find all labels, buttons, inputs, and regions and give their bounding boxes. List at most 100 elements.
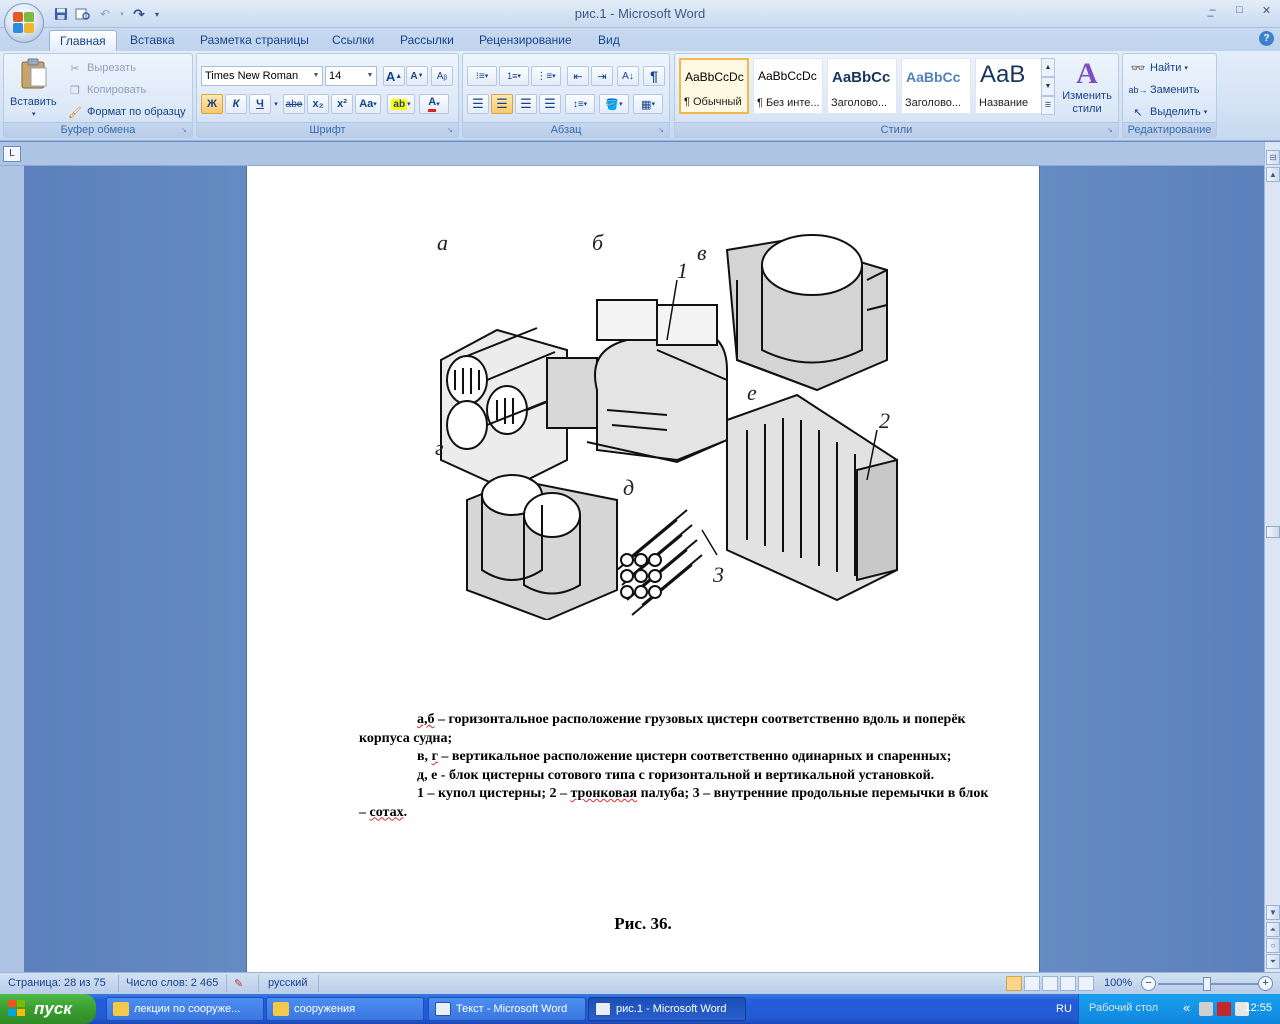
tab-review[interactable]: Рецензирование [469, 30, 582, 52]
outline-view-icon[interactable] [1060, 976, 1076, 991]
increase-indent-button[interactable]: ⇥ [591, 66, 613, 86]
caption-text: – горизонтальное расположение грузовых ц… [359, 712, 966, 746]
proofing-icon[interactable]: ✎ [234, 977, 243, 990]
tab-insert[interactable]: Вставка [120, 30, 185, 52]
copy-button[interactable]: ❐ Копировать [66, 80, 146, 100]
gallery-up-icon[interactable]: ▲ [1041, 58, 1055, 77]
browse-object-icon[interactable]: ○ [1266, 938, 1280, 953]
numbering-button[interactable]: 1≡ ▾ [499, 66, 529, 86]
shading-button[interactable]: 🪣 ▾ [599, 94, 629, 114]
font-launcher-icon[interactable]: ↘ [447, 126, 456, 135]
font-color-button[interactable]: A ▾ [419, 94, 449, 114]
taskbar-item-lectures[interactable]: лекции по сооруже... [106, 997, 264, 1021]
clock[interactable]: 12:55 [1244, 1002, 1272, 1014]
line-spacing-button[interactable]: ↕≡ ▾ [565, 94, 595, 114]
language-indicator[interactable]: русский [268, 977, 307, 989]
align-center-button[interactable]: ☰ [491, 94, 513, 114]
justify-button[interactable]: ☰ [539, 94, 561, 114]
replace-button[interactable]: ab→ Заменить [1129, 80, 1200, 100]
underline-button[interactable]: Ч [249, 94, 271, 114]
strikethrough-button[interactable]: abe [283, 94, 305, 114]
scroll-thumb[interactable] [1266, 526, 1280, 538]
zoom-level[interactable]: 100% [1104, 977, 1132, 989]
show-marks-button[interactable]: ¶ [643, 66, 665, 86]
print-layout-view-icon[interactable] [1006, 976, 1022, 991]
tab-view[interactable]: Вид [588, 30, 630, 52]
cut-button[interactable]: ✂ Вырезать [66, 58, 136, 78]
next-page-icon[interactable]: ⏷ [1266, 954, 1280, 969]
tab-home[interactable]: Главная [49, 30, 117, 52]
underline-dropdown-icon[interactable]: ▾ [271, 94, 281, 114]
antivirus-icon[interactable] [1217, 1002, 1231, 1016]
multilevel-list-button[interactable]: ⋮≡ ▾ [531, 66, 561, 86]
tray-app-icon[interactable] [1199, 1002, 1213, 1016]
style-heading-1[interactable]: AaBbCc Заголово... [827, 58, 897, 114]
keyboard-layout[interactable]: RU [1056, 1003, 1072, 1015]
borders-button[interactable]: ▦ ▾ [633, 94, 663, 114]
change-styles-label: Изменить стили [1062, 90, 1112, 115]
decrease-indent-button[interactable]: ⇤ [567, 66, 589, 86]
style-no-spacing[interactable]: AaBbCcDc ¶ Без инте... [753, 58, 823, 114]
taskbar-item-text-word[interactable]: Текст - Microsoft Word [428, 997, 586, 1021]
tab-page-layout[interactable]: Разметка страницы [190, 30, 319, 52]
help-icon[interactable]: ? [1259, 31, 1274, 46]
grow-font-button[interactable]: A ▲ [383, 66, 405, 86]
italic-button[interactable]: К [225, 94, 247, 114]
paste-button[interactable]: Вставить ▾ [6, 56, 62, 122]
superscript-button[interactable]: x² [331, 94, 353, 114]
figure-label-e: е [747, 380, 757, 405]
close-button[interactable]: ✕ [1253, 0, 1280, 20]
draft-view-icon[interactable] [1078, 976, 1094, 991]
doc-minimize-button[interactable]: – [1197, 6, 1224, 26]
highlight-button[interactable]: ab ▾ [387, 94, 415, 114]
vertical-scrollbar[interactable]: ⊟ ▲ ▼ ⏶ ○ ⏷ [1264, 142, 1280, 972]
prev-page-icon[interactable]: ⏶ [1266, 922, 1280, 937]
select-button[interactable]: ↖ Выделить ▾ [1129, 102, 1207, 122]
document-page[interactable]: а б в г д е 1 2 3 а,б – горизонтальное р… [246, 166, 1040, 972]
taskbar-item-structures[interactable]: сооружения [266, 997, 424, 1021]
maximize-button[interactable]: □ [1226, 0, 1253, 20]
clear-format-button[interactable]: Aᵦ [431, 66, 453, 86]
web-layout-view-icon[interactable] [1042, 976, 1058, 991]
ruler-strip: L [0, 142, 1264, 166]
start-button[interactable]: пуск [0, 994, 96, 1024]
office-button[interactable] [4, 3, 44, 43]
subscript-button[interactable]: x₂ [307, 94, 329, 114]
paragraph-launcher-icon[interactable]: ↘ [658, 126, 667, 135]
tab-references[interactable]: Ссылки [322, 30, 384, 52]
taskbar-item-fig-word[interactable]: рис.1 - Microsoft Word [588, 997, 746, 1021]
bullets-button[interactable]: ⁝≡ ▾ [467, 66, 497, 86]
change-styles-button[interactable]: A Изменить стили [1059, 58, 1115, 120]
zoom-out-icon[interactable]: − [1141, 976, 1156, 991]
window-title: рис.1 - Microsoft Word [574, 6, 706, 21]
tab-stop-selector[interactable]: L [3, 146, 21, 162]
scroll-up-icon[interactable]: ▲ [1266, 167, 1280, 182]
gallery-down-icon[interactable]: ▼ [1041, 77, 1055, 96]
scroll-down-icon[interactable]: ▼ [1266, 905, 1280, 920]
word-count[interactable]: Число слов: 2 465 [126, 977, 218, 989]
sort-button[interactable]: A↓ [617, 66, 639, 86]
clipboard-launcher-icon[interactable]: ↘ [181, 126, 190, 135]
desktop-toolbar-label[interactable]: Рабочий стол [1089, 1002, 1158, 1014]
change-case-button[interactable]: Aa ▾ [355, 94, 381, 114]
tray-expand-icon[interactable]: « [1183, 1000, 1190, 1015]
gallery-more-icon[interactable]: ☰ [1041, 96, 1055, 115]
shrink-font-button[interactable]: A ▼ [406, 66, 428, 86]
ruler-toggle-icon[interactable]: ⊟ [1266, 150, 1280, 165]
tab-mailings[interactable]: Рассылки [390, 30, 464, 52]
style-normal[interactable]: AaBbCcDc ¶ Обычный [679, 58, 749, 114]
align-right-button[interactable]: ☰ [515, 94, 537, 114]
page-indicator[interactable]: Страница: 28 из 75 [8, 977, 106, 989]
styles-launcher-icon[interactable]: ↘ [1107, 126, 1116, 135]
full-screen-view-icon[interactable] [1024, 976, 1040, 991]
style-heading-2[interactable]: AaBbCc Заголово... [901, 58, 971, 114]
font-size-select[interactable]: 14 ▼ [325, 66, 377, 86]
bold-button[interactable]: Ж [201, 94, 223, 114]
zoom-in-icon[interactable]: + [1258, 976, 1273, 991]
align-left-button[interactable]: ☰ [467, 94, 489, 114]
style-title[interactable]: AaB Название [975, 58, 1045, 114]
font-family-select[interactable]: Times New Roman ▼ [201, 66, 323, 86]
zoom-slider-thumb[interactable] [1203, 977, 1211, 991]
find-button[interactable]: 👓 Найти ▾ [1129, 58, 1188, 78]
format-painter-button[interactable]: 🖌 Формат по образцу [66, 102, 186, 122]
